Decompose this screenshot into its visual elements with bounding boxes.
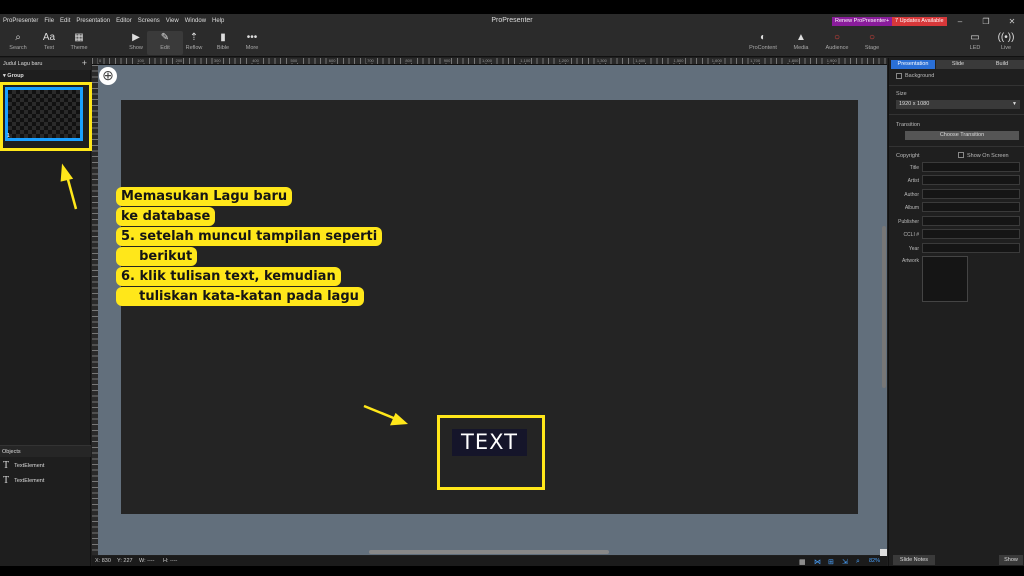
zoom-icon[interactable]: ⌕ <box>856 558 860 566</box>
background-checkbox[interactable] <box>896 73 902 79</box>
field-label-artist: Artist <box>907 178 919 184</box>
cursor-y: Y: 227 <box>117 558 133 564</box>
propresenter-window: ProPresenter File Edit Presentation Edit… <box>0 0 1024 576</box>
grid-icon[interactable]: ▦ <box>799 558 806 566</box>
publisher-field[interactable] <box>922 216 1020 226</box>
arrow-to-thumbnail-icon <box>60 163 78 210</box>
inspector-panel: Presentation Slide Build Background Size… <box>888 58 1024 566</box>
ccli-field[interactable] <box>922 229 1020 239</box>
field-label-publisher: Publisher <box>898 219 919 225</box>
scroll-corner <box>880 549 887 556</box>
guides-icon[interactable]: ⊞ <box>828 558 834 566</box>
slide-notes-button[interactable]: Slide Notes <box>893 555 935 565</box>
field-label-ccli: CCLI # <box>903 232 919 238</box>
chevron-down-icon: ▼ <box>1012 101 1017 107</box>
zoom-level[interactable]: 82% <box>869 558 880 564</box>
tab-slide[interactable]: Slide <box>936 60 980 69</box>
author-field[interactable] <box>922 189 1020 199</box>
status-bar: X: 830 Y: 227 W: ---- H: ---- ▦ ⋈ ⊞ ⇲ ⌕ … <box>92 556 887 566</box>
field-label-album: Album <box>904 205 919 211</box>
tab-presentation[interactable]: Presentation <box>891 60 935 69</box>
show-on-screen-checkbox[interactable] <box>958 152 964 158</box>
artist-field[interactable] <box>922 175 1020 185</box>
choose-transition-button[interactable]: Choose Transition <box>905 131 1019 140</box>
artwork-well[interactable] <box>922 256 968 302</box>
selection-height: H: ---- <box>163 558 178 564</box>
slide-text-element[interactable]: TEXT <box>452 429 527 456</box>
divider <box>889 85 1024 86</box>
show-button[interactable]: Show <box>999 555 1023 565</box>
field-label-title: Title <box>909 165 919 171</box>
divider <box>889 114 1024 115</box>
title-field[interactable] <box>922 162 1020 172</box>
field-label-author: Author <box>904 192 919 198</box>
album-field[interactable] <box>922 202 1020 212</box>
size-select[interactable]: 1920 x 1080 ▼ <box>896 100 1020 109</box>
artwork-label: Artwork <box>902 258 919 264</box>
size-label: Size <box>896 91 907 97</box>
tab-build[interactable]: Build <box>980 60 1024 69</box>
snap-icon[interactable]: ⋈ <box>814 558 821 566</box>
horizontal-scrollbar[interactable] <box>369 550 609 554</box>
size-value: 1920 x 1080 <box>899 101 930 107</box>
field-label-year: Year <box>908 246 919 252</box>
show-on-screen-label: Show On Screen <box>967 153 1009 159</box>
divider <box>889 146 1024 147</box>
copyright-label: Copyright <box>896 153 920 159</box>
transition-label: Transition <box>896 122 920 128</box>
selection-width: W: ---- <box>139 558 155 564</box>
cursor-x: X: 830 <box>95 558 111 564</box>
year-field[interactable] <box>922 243 1020 253</box>
arrow-to-text-icon <box>363 404 409 426</box>
align-icon[interactable]: ⇲ <box>842 558 848 566</box>
background-label: Background <box>905 73 935 79</box>
vertical-scrollbar[interactable] <box>882 226 886 388</box>
